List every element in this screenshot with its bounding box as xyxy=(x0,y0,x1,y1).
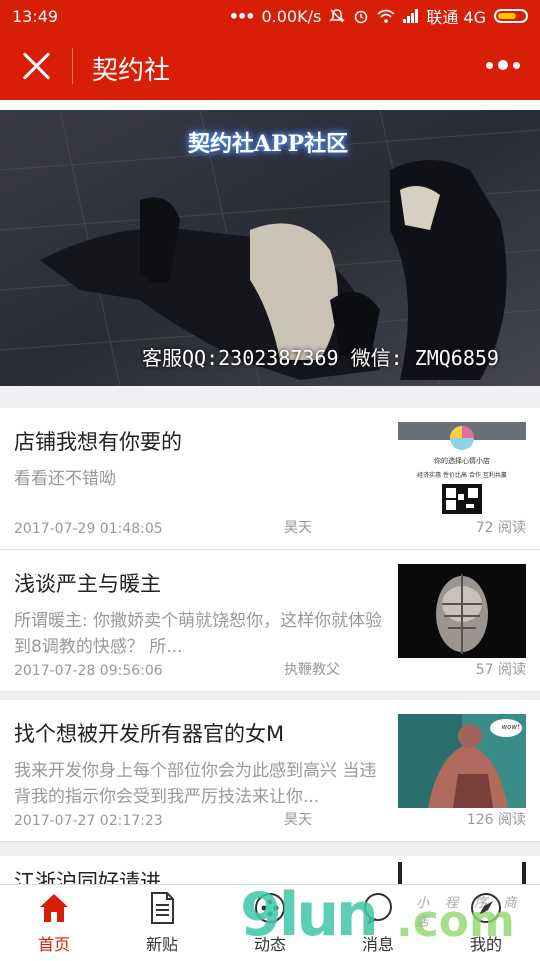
banner-contact: 客服QQ:2302387369 微信: ZMQ6859 xyxy=(142,346,499,370)
article-reads: 57 阅读 xyxy=(475,662,526,678)
status-bar: 13:49 ••• 0.00K/s 联通 4G xyxy=(0,0,540,32)
tab-label: 动态 xyxy=(253,935,286,954)
article-title: 店铺我想有你要的 xyxy=(14,430,182,454)
tab-activity[interactable]: 动态 xyxy=(216,885,324,961)
tab-label: 我的 xyxy=(469,935,502,954)
more-dots-icon: ••• xyxy=(228,6,256,26)
alarm-icon xyxy=(355,10,368,24)
list-item[interactable]: 找个想被开发所有器官的女M 我来开发你身上每个部位你会为此感到高兴 当违背我的指… xyxy=(0,700,540,842)
status-time: 13:49 xyxy=(12,6,59,26)
tab-bar: 首页 新贴 动态 消息 我的 xyxy=(0,884,540,961)
article-date: 2017-07-29 01:48:05 xyxy=(14,521,163,537)
article-summary: 看看还不错呦 xyxy=(14,469,116,489)
article-thumbnail: wow! xyxy=(398,714,526,808)
article-thumbnail: 你的选择心情小店 经济实惠 性价比高 合作 互利共赢 xyxy=(398,422,526,516)
article-reads: 72 阅读 xyxy=(475,520,526,536)
article-summary: 我来开发你身上每个部位你会为此感到高兴 当违背我的指示你会受到我严厉技法来让你.… xyxy=(14,761,377,807)
article-date: 2017-07-28 09:56:06 xyxy=(14,663,163,679)
article-title: 江浙沪同好请进 xyxy=(14,870,161,886)
page-title: 契约社 xyxy=(92,56,171,86)
article-summary: 所谓暖主: 你撒娇卖个萌就饶恕你，这样你就体验到8调教的快感？ 所... xyxy=(14,611,383,657)
article-title: 浅谈严主与暖主 xyxy=(14,572,161,596)
article-list: 店铺我想有你要的 看看还不错呦 你的选择心情小店 经济实惠 性价比高 合作 互利… xyxy=(0,408,540,842)
article-thumbnail xyxy=(398,862,526,886)
article-author[interactable]: 执鞭教父 xyxy=(284,659,340,679)
battery-icon xyxy=(494,9,528,23)
header-gap xyxy=(0,100,540,110)
article-thumbnail xyxy=(398,564,526,658)
list-item[interactable]: 江浙沪同好请进 xyxy=(0,856,540,886)
mute-icon xyxy=(329,9,346,23)
compass-icon xyxy=(471,893,501,923)
close-icon[interactable] xyxy=(20,50,52,82)
article-title: 找个想被开发所有器官的女M xyxy=(14,722,285,746)
status-icons: ••• 0.00K/s 联通 4G xyxy=(229,4,528,28)
tab-messages[interactable]: 消息 xyxy=(324,885,432,961)
list-item[interactable]: 浅谈严主与暖主 所谓暖主: 你撒娇卖个萌就饶恕你，这样你就体验到8调教的快感？ … xyxy=(0,550,540,692)
tab-label: 新贴 xyxy=(145,935,178,954)
tab-label: 消息 xyxy=(361,935,394,954)
carrier-label: 联通 4G xyxy=(426,8,486,27)
thumb-subcaption: 经济实惠 性价比高 合作 互利共赢 xyxy=(417,472,507,479)
home-icon xyxy=(40,894,68,922)
tab-new-posts[interactable]: 新贴 xyxy=(108,885,216,961)
article-author[interactable]: 昊天 xyxy=(284,809,312,829)
article-date: 2017-07-27 02:17:23 xyxy=(14,813,163,829)
title-bar: 契约社 xyxy=(0,32,540,100)
article-reads: 126 阅读 xyxy=(466,812,526,828)
tab-label: 首页 xyxy=(37,935,70,954)
thumb-caption: wow! xyxy=(501,723,520,731)
wifi-icon xyxy=(377,9,395,23)
document-icon xyxy=(151,892,174,924)
article-author[interactable]: 昊天 xyxy=(284,517,312,537)
title-divider xyxy=(72,48,73,84)
list-item[interactable]: 店铺我想有你要的 看看还不错呦 你的选择心情小店 经济实惠 性价比高 合作 互利… xyxy=(0,408,540,550)
gamepad-icon xyxy=(255,893,285,923)
banner-title: 契约社APP社区 xyxy=(188,131,349,157)
network-speed: 0.00K/s xyxy=(261,6,322,26)
tab-home[interactable]: 首页 xyxy=(0,885,108,961)
thumb-caption: 你的选择心情小店 xyxy=(434,457,490,465)
signal-icon xyxy=(403,9,419,23)
more-icon[interactable] xyxy=(486,60,520,70)
tab-profile[interactable]: 我的 xyxy=(432,885,540,961)
chat-icon xyxy=(364,893,392,925)
